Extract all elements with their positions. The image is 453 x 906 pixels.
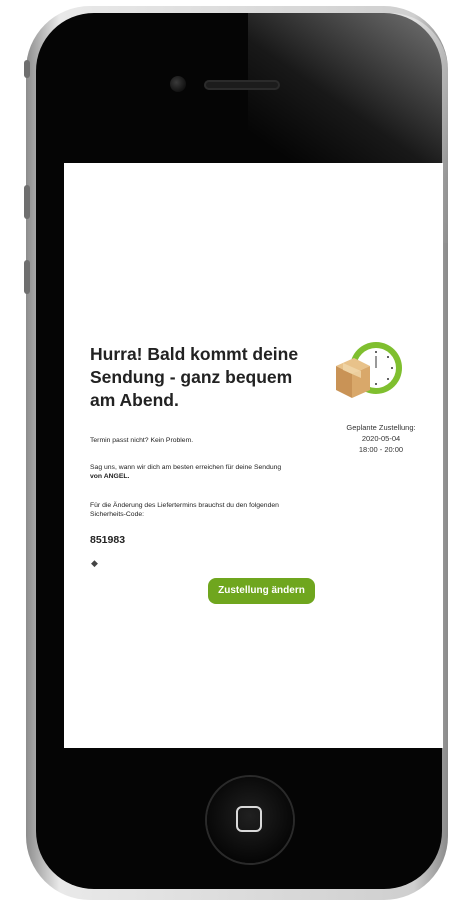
change-delivery-button[interactable]: Zustellung ändern — [208, 578, 315, 604]
planned-delivery: Geplante Zustellung: 2020-05-04 18:00 - … — [326, 422, 436, 455]
planned-delivery-label: Geplante Zustellung: — [346, 423, 416, 432]
mute-switch — [24, 60, 30, 78]
phone-screen: Hurra! Bald kommt deine Sendung - ganz b… — [64, 163, 443, 748]
headline: Hurra! Bald kommt deine Sendung - ganz b… — [90, 344, 299, 410]
volume-down-button — [24, 260, 30, 294]
camera-icon — [170, 76, 186, 92]
info-text-code-line2: Sicherheits-Code: — [90, 511, 145, 518]
info-text-reach-line1: Sag uns, wann wir dich am besten erreich… — [90, 464, 282, 471]
info-text-code-line1: Für die Änderung des Liefertermins brauc… — [90, 502, 279, 509]
speaker-icon — [204, 80, 280, 90]
planned-delivery-time: 18:00 - 20:00 — [358, 445, 404, 454]
info-text-no-problem: Termin passt nicht? Kein Problem. — [90, 437, 194, 444]
package-icon — [336, 358, 370, 398]
planned-delivery-date: 2020-05-04 — [361, 434, 401, 443]
bullet-marker: ◆ — [91, 558, 98, 568]
security-code: 851983 — [90, 534, 126, 546]
delivery-illustration — [336, 342, 402, 398]
home-button-square-icon — [236, 806, 262, 832]
info-text-reach-line2: von ANGEL. — [90, 473, 130, 480]
volume-up-button — [24, 185, 30, 219]
